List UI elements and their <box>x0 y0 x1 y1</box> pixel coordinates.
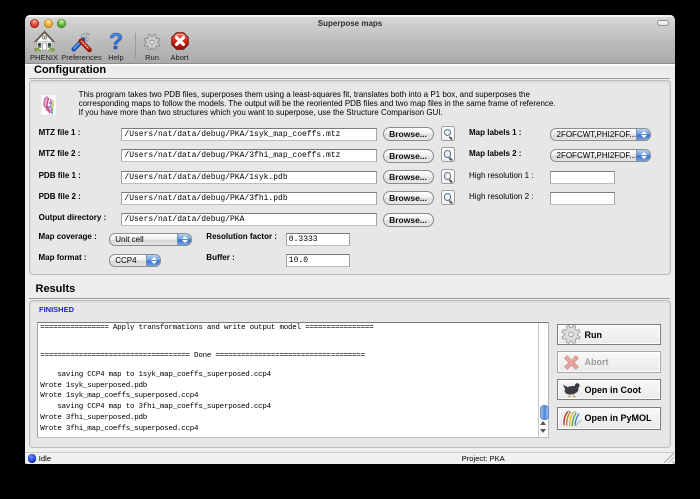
svg-text:?: ? <box>109 30 123 53</box>
